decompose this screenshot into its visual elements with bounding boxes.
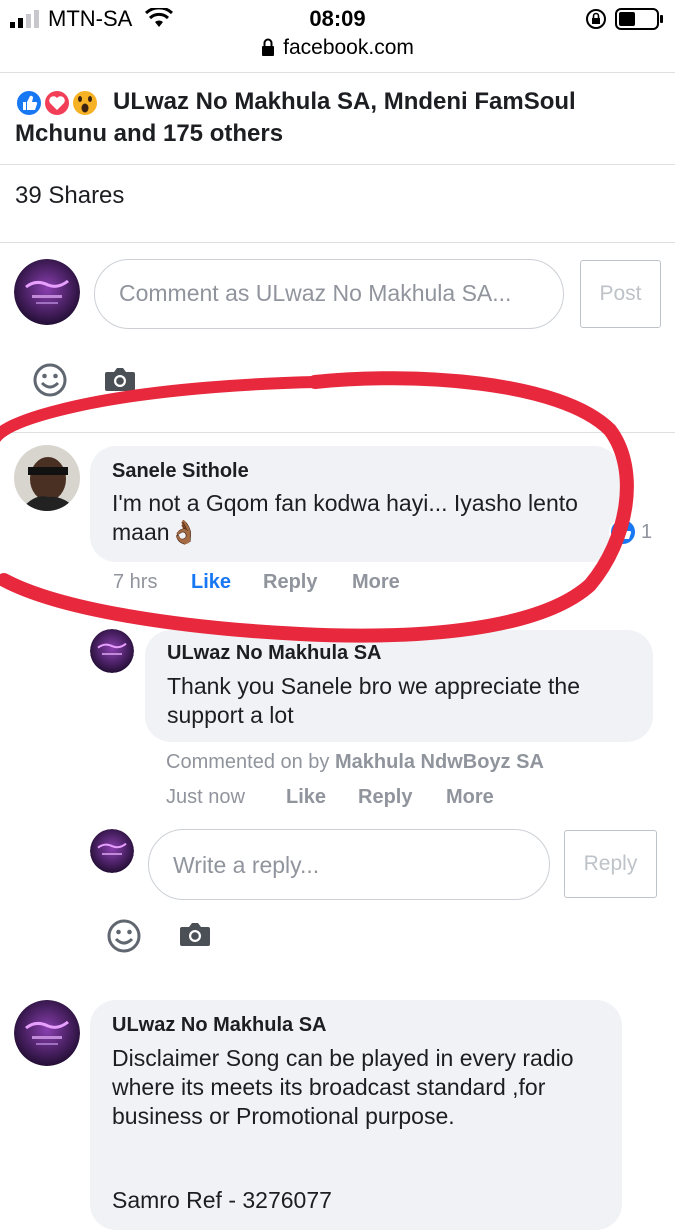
commenter-avatar[interactable] [14, 445, 80, 511]
comment-text: I'm not a Gqom fan kodwa hayi... Iyasho … [112, 490, 578, 545]
reply-author[interactable]: ULwaz No Makhula SA [167, 642, 381, 665]
reply-input[interactable]: Write a reply... [148, 829, 550, 900]
post-button[interactable]: Post [580, 260, 661, 328]
reaction-summary-text[interactable]: ULwaz No Makhula SA, Mndeni FamSoul Mchu… [15, 86, 665, 150]
reply-button[interactable]: Reply [263, 571, 317, 594]
emoji-icon[interactable] [32, 362, 68, 398]
comment-reaction-count[interactable]: 1 [608, 517, 658, 549]
status-bar: MTN-SA 08:09 facebook.com [0, 0, 675, 70]
page-avatar[interactable] [90, 829, 134, 873]
page-avatar[interactable] [14, 1000, 80, 1066]
reply-button[interactable]: Reply [358, 786, 412, 809]
like-icon [609, 518, 637, 546]
comment-text-ref: Samro Ref - 3276077 [112, 1187, 332, 1213]
url-text: facebook.com [283, 36, 414, 59]
divider [0, 72, 675, 73]
reply-submit-button[interactable]: Reply [564, 830, 657, 898]
lock-icon [262, 38, 275, 56]
camera-icon[interactable] [104, 366, 136, 392]
reply-bubble: ULwaz No Makhula SA Thank you Sanele bro… [145, 630, 653, 742]
comment-bubble: ULwaz No Makhula SA Disclaimer Song can … [90, 1000, 622, 1230]
reply-input-placeholder: Write a reply... [173, 852, 320, 878]
divider [0, 164, 675, 165]
comment-input[interactable]: Comment as ULwaz No Makhula SA... [94, 259, 564, 329]
page-avatar[interactable] [90, 629, 134, 673]
camera-icon[interactable] [179, 921, 211, 947]
commented-on-by: Commented on by Makhula NdwBoyz SA [166, 751, 544, 774]
emoji-icon[interactable] [106, 918, 142, 954]
page-avatar[interactable] [14, 259, 80, 325]
divider [0, 242, 675, 243]
rotation-lock-icon [586, 9, 606, 29]
comment-text: Disclaimer Song can be played in every r… [112, 1045, 574, 1129]
status-time: 08:09 [309, 6, 366, 31]
divider [0, 432, 675, 433]
reaction-count: 1 [641, 521, 653, 543]
like-button[interactable]: Like [286, 786, 326, 809]
more-button[interactable]: More [352, 571, 400, 594]
comment-author[interactable]: ULwaz No Makhula SA [112, 1014, 326, 1037]
reply-time[interactable]: Just now [166, 786, 245, 809]
battery-icon [615, 8, 663, 30]
like-button[interactable]: Like [191, 571, 231, 594]
comment-time[interactable]: 7 hrs [113, 571, 157, 594]
shares-count[interactable]: 39 Shares [15, 182, 124, 210]
comment-input-placeholder: Comment as ULwaz No Makhula SA... [119, 280, 512, 306]
reply-text: Thank you Sanele bro we appreciate the s… [167, 673, 580, 728]
commented-on-by-label: Commented on by [166, 751, 330, 773]
commented-on-by-name[interactable]: Makhula NdwBoyz SA [335, 751, 544, 773]
comment-author[interactable]: Sanele Sithole [112, 460, 249, 483]
address-bar[interactable]: facebook.com [0, 36, 675, 60]
comment-bubble: Sanele Sithole I'm not a Gqom fan kodwa … [90, 446, 620, 562]
more-button[interactable]: More [446, 786, 494, 809]
